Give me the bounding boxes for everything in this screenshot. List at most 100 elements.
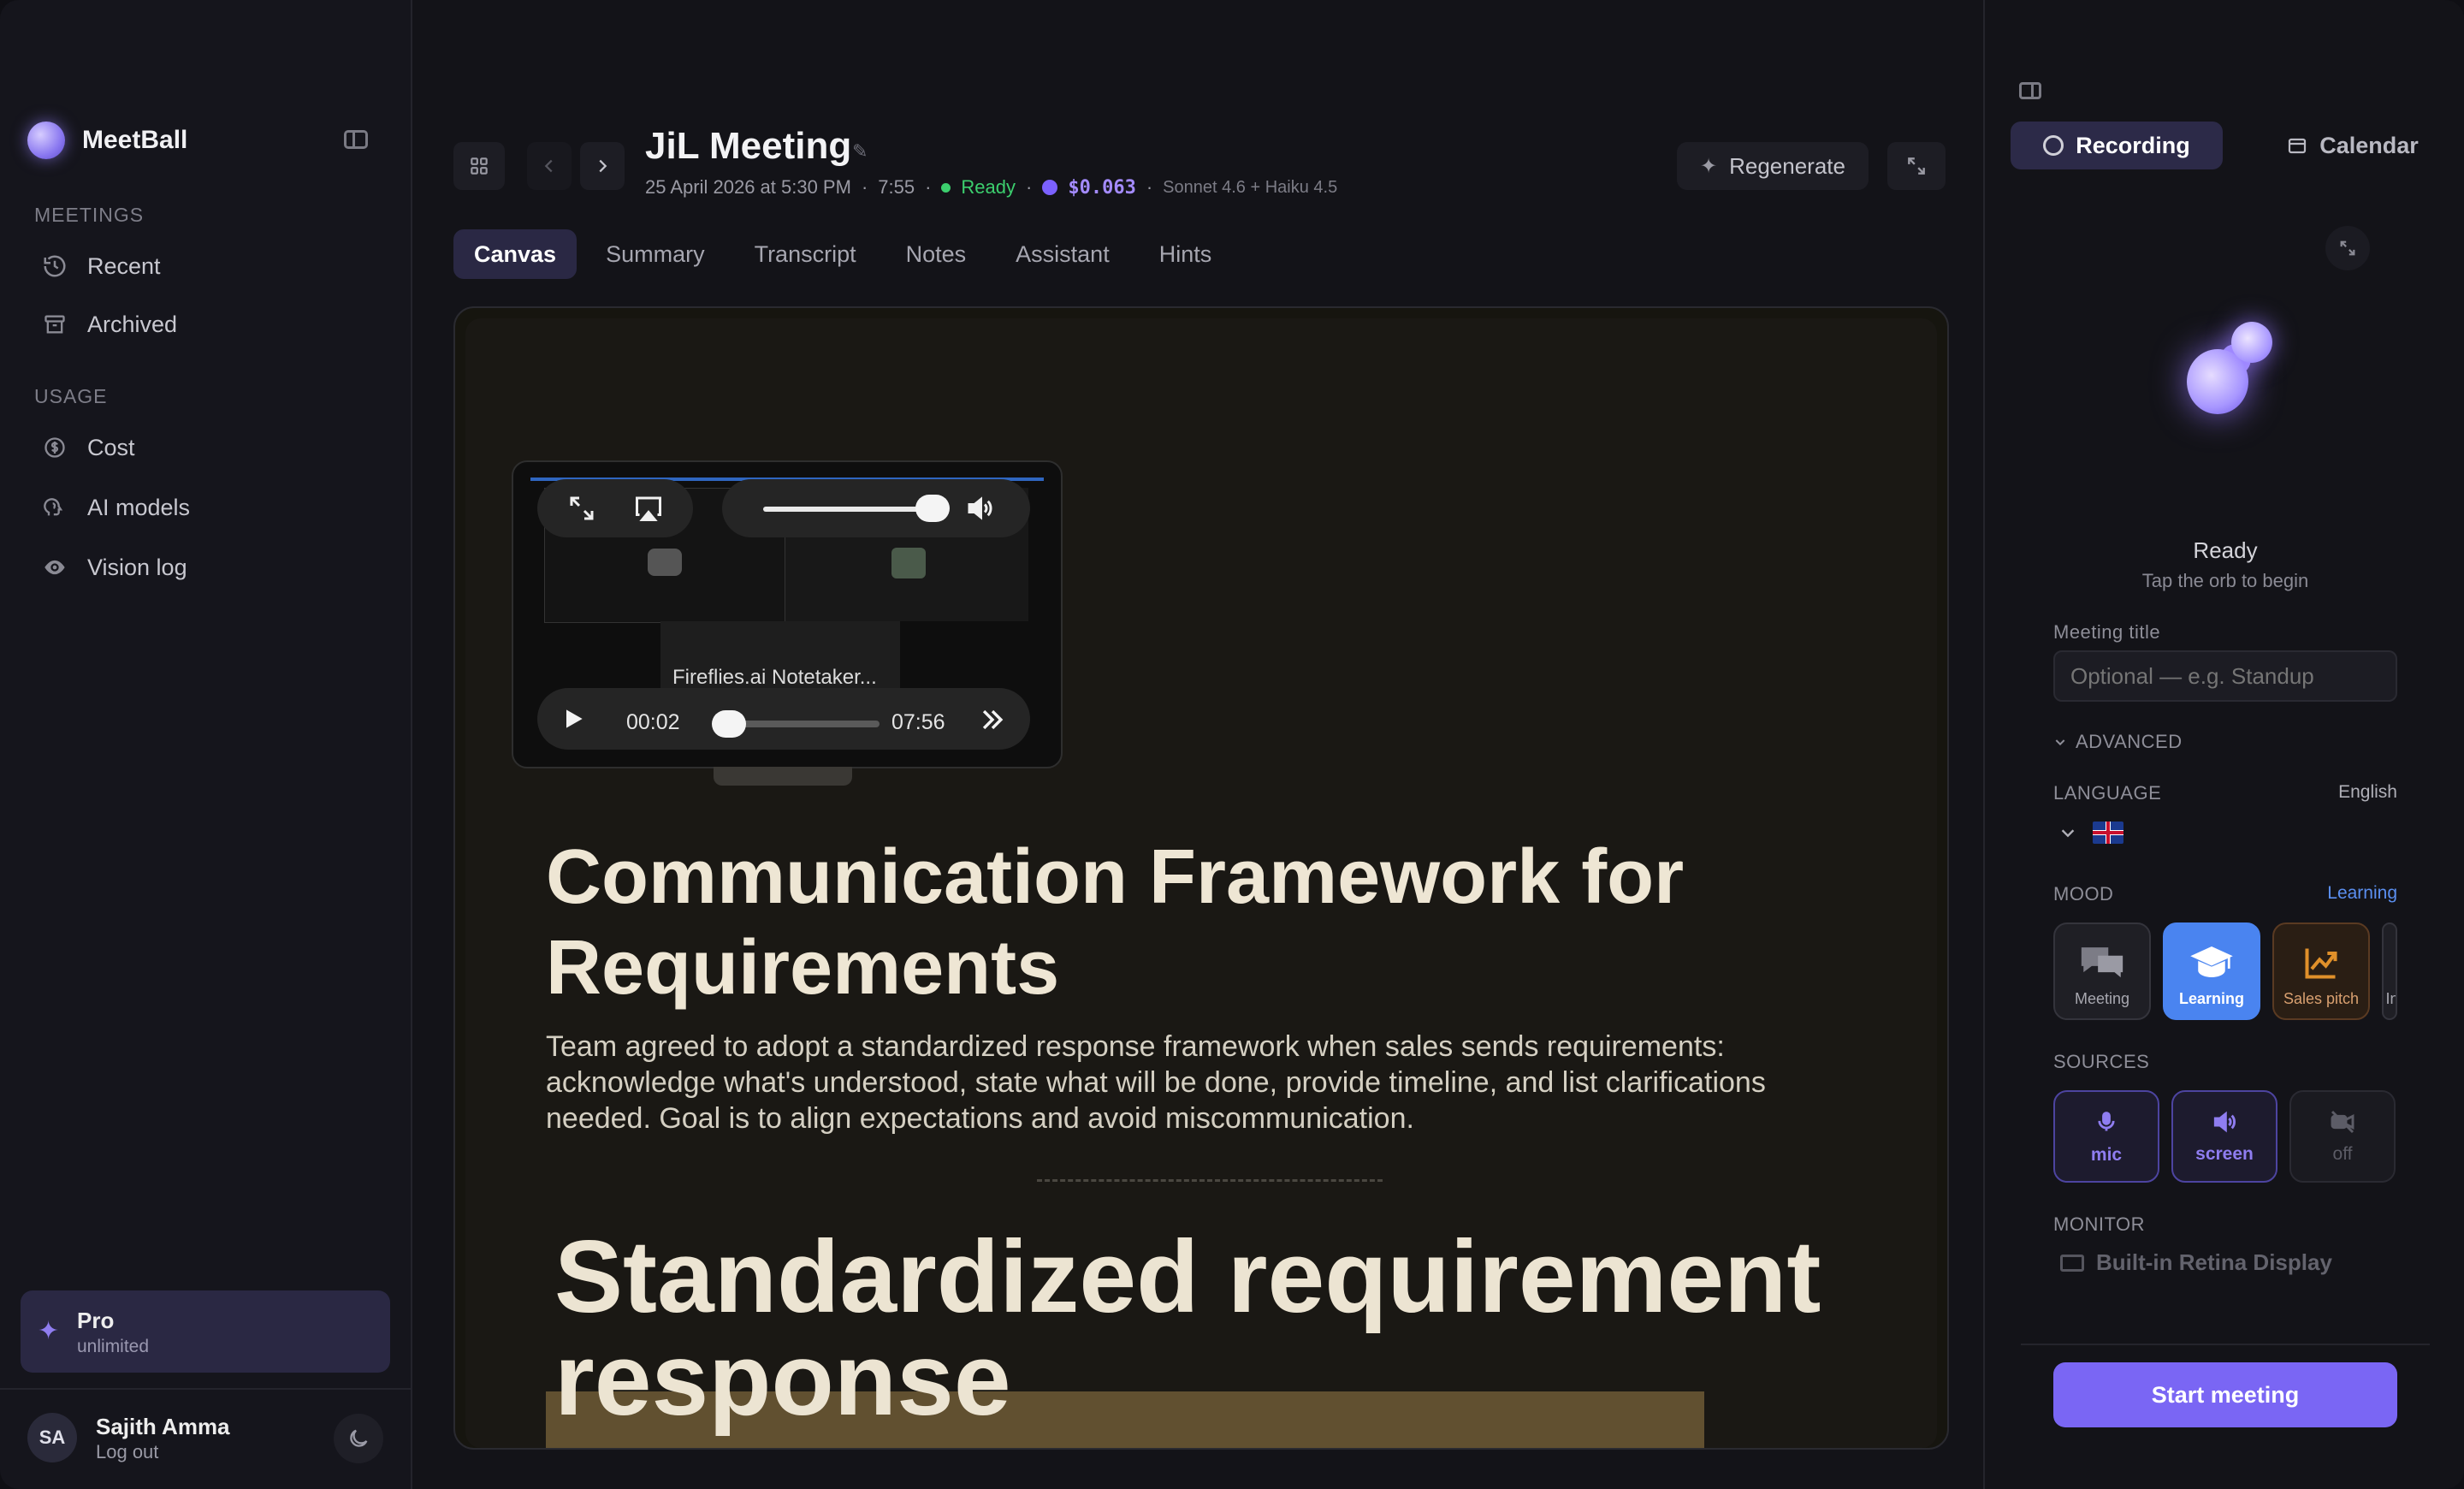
source-label: screen	[2195, 1144, 2254, 1164]
airplay-icon[interactable]	[633, 493, 664, 524]
seek-track[interactable]	[726, 721, 880, 727]
mood-label: MOOD	[2053, 883, 2114, 905]
sidebar-item-label: Recent	[87, 252, 161, 279]
tab-notes[interactable]: Notes	[886, 229, 987, 279]
tab-bar: Canvas Summary Transcript Notes Assistan…	[453, 229, 1232, 279]
tab-assistant[interactable]: Assistant	[995, 229, 1130, 279]
monitor-label: MONITOR	[2053, 1213, 2145, 1235]
video-player[interactable]: Fireflies.ai Notetaker... 00:02 07:56	[512, 460, 1063, 768]
sidebar-item-ai-models[interactable]: AI models	[41, 486, 190, 529]
sources-label: SOURCES	[2053, 1051, 2150, 1072]
sidebar-toggle-icon[interactable]	[344, 130, 368, 149]
current-time: 00:02	[626, 710, 680, 734]
pencil-icon[interactable]: ✎	[852, 140, 868, 163]
tab-summary[interactable]: Summary	[585, 229, 726, 279]
plan-card[interactable]: ✦ Pro unlimited	[21, 1290, 390, 1373]
mood-value: Learning	[2327, 883, 2397, 903]
source-screen-toggle[interactable]: screen	[2171, 1090, 2277, 1183]
monitor-icon	[2060, 1254, 2084, 1272]
app-window: MeetBall MEETINGS Recent Archived USAGE …	[0, 0, 2464, 1489]
grid-icon	[471, 157, 488, 175]
sparkle-icon: ✦	[1700, 154, 1718, 178]
separator: ·	[1026, 176, 1033, 198]
history-icon	[41, 252, 68, 280]
divider	[1037, 1179, 1383, 1182]
chat-bubbles-icon	[2081, 947, 2123, 978]
mood-sales-pitch-option[interactable]: Sales pitch	[2272, 922, 2370, 1020]
tab-canvas[interactable]: Canvas	[453, 229, 578, 279]
tab-recording[interactable]: Recording	[2011, 122, 2223, 169]
panel-toggle-icon[interactable]	[2019, 82, 2041, 99]
tab-calendar[interactable]: Calendar	[2267, 122, 2438, 169]
canvas-subheading: Standardized requirement response	[554, 1219, 1821, 1437]
main-content: JiL Meeting ✎ 25 April 2026 at 5:30 PM ·…	[412, 0, 1983, 1489]
mood-more-option[interactable]: In	[2382, 922, 2397, 1020]
grid-view-button[interactable]	[453, 142, 505, 190]
logout-link[interactable]: Log out	[96, 1441, 158, 1463]
fast-forward-icon[interactable]	[977, 705, 1008, 734]
sidebar-item-cost[interactable]: Cost	[41, 426, 135, 469]
sidebar-item-label: Cost	[87, 434, 135, 460]
mood-option-label: Meeting	[2074, 990, 2130, 1007]
user-name: Sajith Amma	[96, 1414, 230, 1439]
source-mic-toggle[interactable]: mic	[2053, 1090, 2159, 1183]
advanced-toggle[interactable]: ADVANCED	[2053, 731, 2183, 753]
separator: ·	[1146, 176, 1153, 198]
expand-icon	[1908, 157, 1925, 175]
avatar[interactable]: SA	[27, 1413, 77, 1462]
back-button[interactable]	[527, 142, 572, 190]
coin-icon	[1042, 180, 1058, 195]
tab-transcript[interactable]: Transcript	[734, 229, 877, 279]
meeting-title-input[interactable]	[2053, 650, 2397, 702]
uk-flag-icon	[2093, 822, 2123, 844]
canvas-surface: Fireflies.ai Notetaker... 00:02 07:56 Co…	[465, 318, 1937, 1448]
recorder-status: Ready	[2193, 537, 2258, 563]
meeting-date: 25 April 2026 at 5:30 PM	[645, 176, 851, 198]
seek-knob[interactable]	[712, 710, 746, 738]
orb-satellite	[2231, 322, 2272, 363]
volume-control[interactable]	[722, 479, 1030, 537]
tab-hints[interactable]: Hints	[1139, 229, 1233, 279]
sidebar-item-label: Vision log	[87, 554, 187, 580]
volume-knob[interactable]	[915, 495, 950, 522]
expand-icon[interactable]	[2325, 226, 2370, 270]
monitor-select[interactable]: Built-in Retina Display	[2060, 1249, 2332, 1276]
source-camera-toggle[interactable]: off	[2289, 1090, 2396, 1183]
play-icon[interactable]	[560, 705, 587, 733]
participant-label: Fireflies.ai Notetaker...	[672, 666, 877, 689]
sidebar-item-recent[interactable]: Recent	[41, 245, 161, 288]
meeting-title-label: Meeting title	[2053, 621, 2161, 643]
meeting-cost: $0.063	[1068, 176, 1136, 199]
language-select[interactable]	[2058, 822, 2123, 844]
dollar-icon	[41, 434, 68, 461]
start-meeting-button[interactable]: Start meeting	[2053, 1362, 2397, 1427]
graduation-cap-icon	[2190, 946, 2233, 977]
eye-icon	[41, 554, 68, 581]
meeting-duration: 7:55	[878, 176, 915, 198]
status-dot	[941, 182, 951, 193]
sidebar-item-archived[interactable]: Archived	[41, 303, 177, 346]
video-top-controls	[537, 479, 693, 537]
language-value: English	[2338, 782, 2397, 802]
forward-button[interactable]	[580, 142, 625, 190]
record-icon	[2043, 135, 2064, 156]
speaker-icon	[2213, 1111, 2236, 1133]
archive-icon	[41, 311, 68, 338]
sidebar-item-label: AI models	[87, 494, 191, 520]
sidebar-item-vision-log[interactable]: Vision log	[41, 546, 187, 589]
chevron-down-icon	[2055, 739, 2065, 746]
camera-off-icon	[2331, 1110, 2354, 1134]
fullscreen-icon[interactable]	[566, 493, 597, 524]
moon-icon[interactable]	[334, 1414, 383, 1463]
chevron-right-icon	[599, 159, 607, 173]
separator: ·	[925, 176, 932, 198]
regenerate-button[interactable]: ✦ Regenerate	[1677, 142, 1869, 190]
mood-learning-option[interactable]: Learning	[2163, 922, 2260, 1020]
video-resize-handle[interactable]	[714, 767, 852, 786]
speaker-icon[interactable]	[963, 493, 996, 524]
sparkle-icon: ✦	[38, 1317, 60, 1345]
mood-meeting-option[interactable]: Meeting	[2053, 922, 2151, 1020]
meeting-title[interactable]: JiL Meeting	[645, 125, 851, 168]
expand-button[interactable]	[1887, 142, 1946, 190]
volume-track[interactable]	[763, 507, 934, 512]
